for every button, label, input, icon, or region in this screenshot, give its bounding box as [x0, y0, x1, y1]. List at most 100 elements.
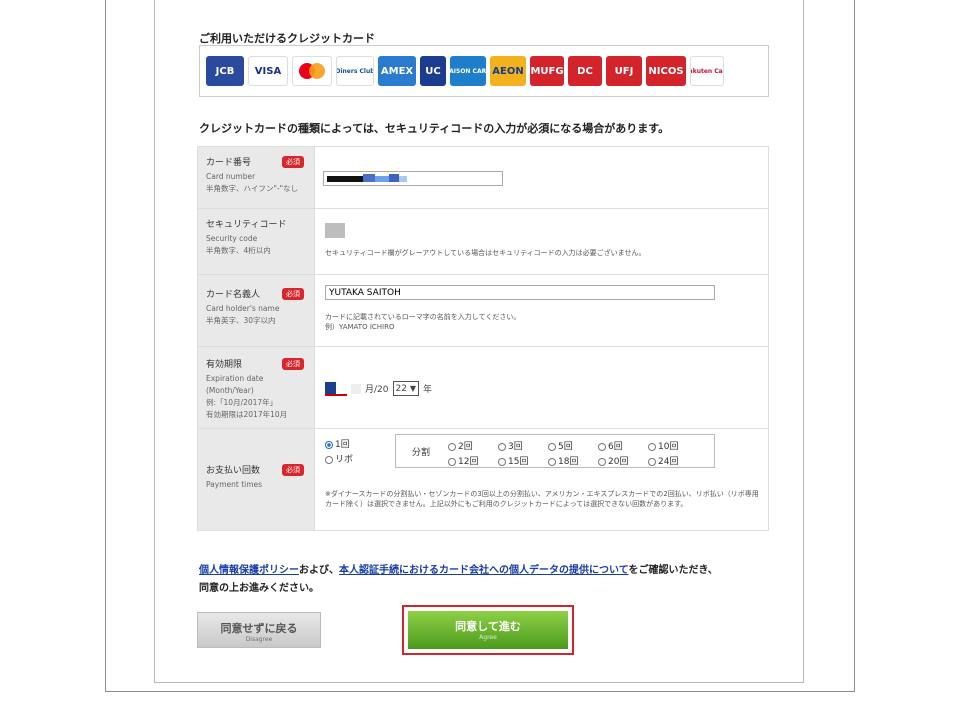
security-code-hint: セキュリティコード欄がグレーアウトしている場合はセキュリティコードの入力は必要ご…	[325, 249, 646, 257]
installment-option-5回[interactable]: 5回	[548, 439, 598, 452]
aeon-logo: AEON	[490, 56, 526, 86]
expiry-label-cell: 有効期限 Expiration date (Month/Year) 例:「10月…	[197, 346, 315, 429]
installment-option-18回[interactable]: 18回	[548, 454, 598, 467]
security-code-note: 半角数字、4桁以内	[206, 246, 271, 255]
mufg-logo: MUFG	[530, 56, 564, 86]
radio-icon[interactable]	[325, 455, 333, 464]
card-number-label-cell: カード番号 Card number 半角数字、ハイフン"-"なし 必須	[197, 146, 315, 209]
payment-label-cell: お支払い回数 Payment times 必須	[197, 428, 315, 531]
disagree-sub: Disagree	[245, 636, 273, 643]
installment-row-2: 12回 15回 18回 20回 24回	[448, 454, 698, 467]
installment-option-6回[interactable]: 6回	[598, 439, 648, 452]
required-badge: 必須	[282, 156, 304, 168]
privacy-policy-link[interactable]: 個人情報保護ポリシー	[199, 565, 299, 576]
radio-icon[interactable]	[648, 457, 656, 466]
card-number-cell	[314, 146, 769, 209]
radio-icon[interactable]	[498, 457, 506, 466]
expiry-example-2: 有効期限は2017年10月	[206, 410, 288, 419]
consent-text: 個人情報保護ポリシーおよび、本人認証手続におけるカード会社への個人データの提供に…	[199, 562, 779, 598]
holder-label-cell: カード名義人 Card holder's name 半角英字、30字以内 必須	[197, 274, 315, 347]
radio-icon[interactable]	[598, 457, 606, 466]
installment-option-3回[interactable]: 3回	[498, 439, 548, 452]
consent-text-2: をご確認いただき、	[628, 565, 718, 576]
security-code-cell: セキュリティコード欄がグレーアウトしている場合はセキュリティコードの入力は必要ご…	[314, 208, 769, 275]
ufj-logo: UFJ	[606, 56, 642, 86]
installment-label: 5回	[558, 442, 573, 452]
card-number-input[interactable]	[323, 171, 503, 186]
radio-icon[interactable]	[548, 442, 556, 451]
expiry-example: 例:「10月/2017年」	[206, 398, 278, 407]
installment-label: 20回	[608, 457, 629, 467]
required-badge: 必須	[282, 358, 304, 370]
agree-button[interactable]: 同意して進む Agree	[408, 611, 568, 649]
installment-label: 24回	[658, 457, 679, 467]
radio-icon[interactable]	[598, 442, 606, 451]
expiry-month-select[interactable]	[325, 381, 347, 396]
installment-label: 10回	[658, 442, 679, 452]
card-holder-input[interactable]	[325, 285, 715, 300]
amex-logo: AMEX	[378, 56, 416, 86]
payment-revolving-label: リボ	[335, 455, 354, 465]
agree-sub: Agree	[479, 634, 497, 641]
expiry-year-value: 22	[395, 384, 407, 394]
uc-logo: UC	[420, 56, 446, 86]
expiry-label-en: Expiration date (Month/Year)	[206, 374, 264, 395]
holder-hint: カードに記載されているローマ字の名前を入力してください。	[325, 313, 521, 321]
installment-label: 12回	[458, 457, 479, 467]
cards-title: ご利用いただけるクレジットカード	[199, 32, 375, 45]
installment-option-12回[interactable]: 12回	[448, 454, 498, 467]
expiry-month-blur	[351, 383, 361, 394]
dc-logo: DC	[568, 56, 602, 86]
security-code-input	[325, 223, 345, 238]
holder-label-en: Card holder's name	[206, 304, 280, 313]
radio-icon[interactable]	[648, 442, 656, 451]
card-number-note: 半角数字、ハイフン"-"なし	[206, 184, 299, 193]
installment-label: 15回	[508, 457, 529, 467]
installment-label: 18回	[558, 457, 579, 467]
payment-label-en: Payment times	[206, 480, 263, 489]
mastercard-logo	[292, 56, 332, 86]
holder-example: 例）YAMATO ICHIRO	[325, 323, 395, 331]
holder-note: 半角英字、30字以内	[206, 316, 276, 325]
card-number-label-en: Card number	[206, 172, 256, 181]
installment-option-15回[interactable]: 15回	[498, 454, 548, 467]
holder-cell: カードに記載されているローマ字の名前を入力してください。 例）YAMATO IC…	[314, 274, 769, 347]
radio-icon[interactable]	[448, 457, 456, 466]
installment-option-24回[interactable]: 24回	[648, 454, 698, 467]
radio-icon[interactable]	[548, 457, 556, 466]
installment-label: 分割	[412, 448, 431, 458]
radio-icon[interactable]	[448, 442, 456, 451]
radio-icon[interactable]	[498, 442, 506, 451]
security-notice: クレジットカードの種類によっては、セキュリティコードの入力が必須になる場合があり…	[199, 122, 670, 135]
expiry-year-select[interactable]: 22 ▼	[392, 381, 419, 396]
visa-logo: VISA	[248, 56, 288, 86]
jcb-logo: JCB	[206, 56, 244, 86]
chevron-down-icon: ▼	[409, 384, 416, 393]
diners-logo: Diners Club	[336, 56, 374, 86]
security-code-label-cell: セキュリティコード Security code 半角数字、4桁以内	[197, 208, 315, 275]
security-code-label: セキュリティコード	[206, 220, 287, 230]
consent-text-3: 同意の上お進みください。	[199, 583, 319, 594]
installment-box: 分割 2回 3回 5回 6回 10回 12回 15回 18回 20回 24回	[395, 434, 715, 468]
installment-option-10回[interactable]: 10回	[648, 439, 698, 452]
expiry-cell: 月/20 22 ▼ 年	[314, 346, 769, 429]
installment-option-2回[interactable]: 2回	[448, 439, 498, 452]
personal-data-link[interactable]: 本人認証手続におけるカード会社への個人データの提供について	[339, 565, 629, 576]
saison-logo: SAISON CARD	[450, 56, 486, 86]
rakuten-logo: Rakuten Card	[690, 56, 724, 86]
installment-row-1: 2回 3回 5回 6回 10回	[448, 439, 698, 452]
payment-note: ※ダイナースカードの分割払い・セゾンカードの3回以上の分割払い、アメリカン・エキ…	[325, 490, 759, 508]
payment-form: カード番号 Card number 半角数字、ハイフン"-"なし 必須 セキュリ…	[197, 146, 769, 531]
installment-label: 2回	[458, 442, 473, 452]
consent-text-1: および、	[299, 565, 339, 576]
security-code-label-en: Security code	[206, 234, 258, 243]
nicos-logo: NICOS	[646, 56, 686, 86]
disagree-button[interactable]: 同意せずに戻る Disagree	[197, 612, 321, 648]
agree-label: 同意して進む	[455, 620, 521, 633]
card-logos-box: JCBVISA Diners ClubAMEXUCSAISON CARDAEONM…	[199, 45, 769, 97]
installment-option-20回[interactable]: 20回	[598, 454, 648, 467]
radio-selected-icon[interactable]	[325, 440, 333, 449]
installment-label: 3回	[508, 442, 523, 452]
required-badge: 必須	[282, 464, 304, 476]
disagree-label: 同意せずに戻る	[220, 622, 298, 635]
